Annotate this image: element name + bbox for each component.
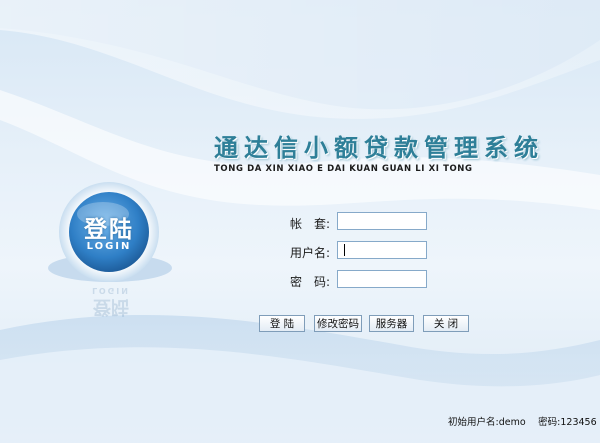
default-credentials-hint: 初始用户名:demo 密码:123456	[448, 417, 597, 428]
server-button[interactable]: 服务器	[369, 315, 414, 332]
username-input[interactable]	[337, 241, 427, 259]
logo-cn-text: 登陆	[84, 217, 134, 243]
text-caret	[344, 244, 345, 256]
close-button[interactable]: 关 闭	[423, 315, 469, 332]
account-label: 帐 套:	[289, 217, 330, 231]
change-password-button[interactable]: 修改密码	[314, 315, 362, 332]
reflection-en-text: LOGIN	[92, 286, 130, 295]
login-button[interactable]: 登 陆	[259, 315, 305, 332]
password-input[interactable]	[337, 270, 427, 288]
app-title: 通达信小额贷款管理系统	[214, 133, 544, 162]
username-label: 用户名:	[289, 246, 330, 260]
password-label: 密 码:	[289, 275, 330, 289]
reflection-cn-text: 登陆	[93, 296, 129, 317]
account-input[interactable]	[337, 212, 427, 230]
app-subtitle: TONG DA XIN XIAO E DAI KUAN GUAN LI XI T…	[214, 164, 473, 174]
logo-reflection: 登陆 LOGIN	[66, 286, 156, 321]
login-screen: 通达信小额贷款管理系统 TONG DA XIN XIAO E DAI KUAN …	[0, 0, 600, 443]
logo-en-text: LOGIN	[86, 241, 132, 252]
login-logo: 登陆 LOGIN	[56, 186, 162, 286]
